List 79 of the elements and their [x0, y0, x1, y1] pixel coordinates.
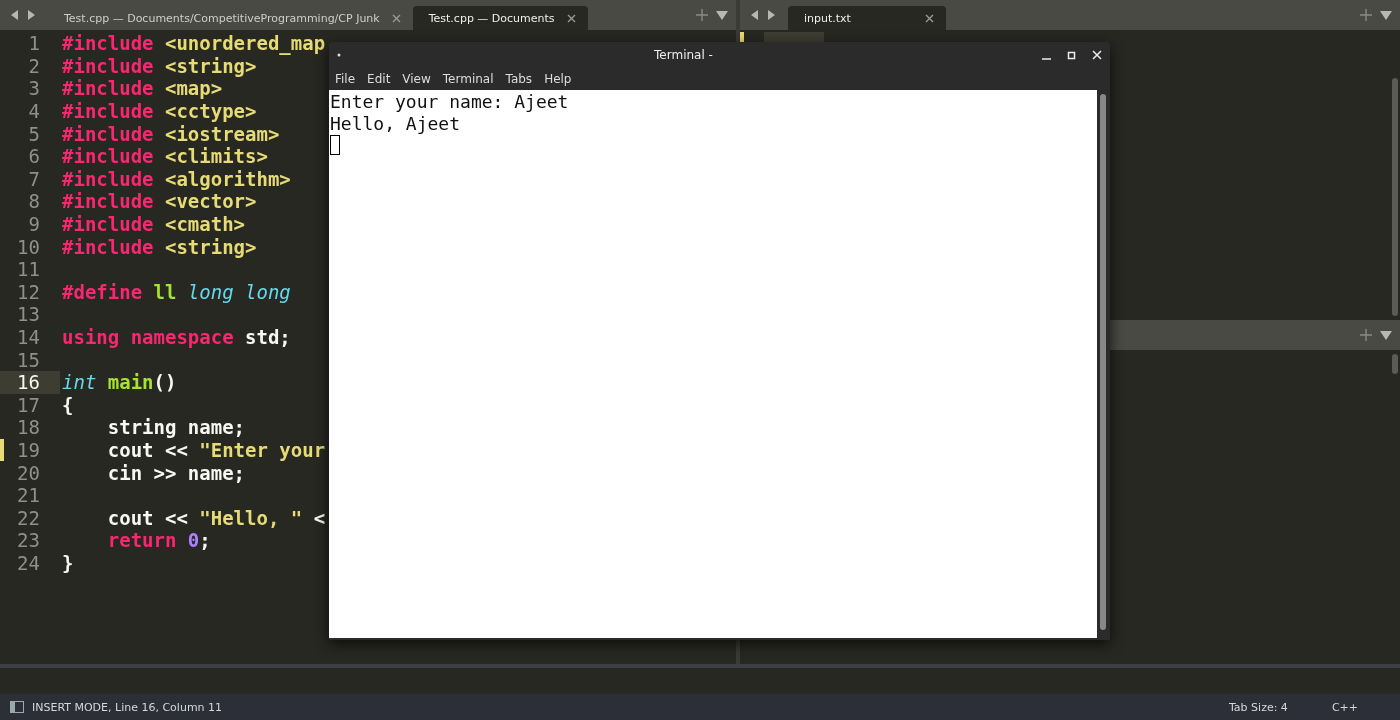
code-line: {: [62, 393, 74, 416]
tab-size-label[interactable]: Tab Size: 4: [1228, 700, 1288, 714]
line-number: 1: [27, 32, 40, 55]
menu-item[interactable]: Help: [538, 72, 578, 86]
code-line: cout << "Enter your: [106, 439, 326, 461]
output-line: Hello, Ajeet: [330, 113, 462, 135]
file-tab[interactable]: input.txt: [788, 6, 946, 30]
line-number: 12: [16, 280, 40, 303]
line-number: 14: [16, 326, 40, 348]
code-line: int main(): [62, 371, 177, 394]
line-number: 5: [27, 122, 40, 145]
output-line: Enter your name: Ajeet: [330, 91, 570, 113]
code-line: string name;: [106, 416, 246, 439]
syntax-label[interactable]: C++: [1331, 700, 1358, 714]
code-line: #define ll long long: [62, 280, 291, 303]
line-number: 3: [27, 77, 40, 100]
close-icon[interactable]: [925, 13, 934, 23]
line-number: 20: [16, 461, 40, 484]
code-line: #include <cmath>: [62, 213, 246, 236]
code-line: #include <string>: [62, 235, 257, 258]
code-line: #include <algorithm>: [62, 167, 291, 190]
code-line: #include <cctype>: [62, 100, 257, 123]
code-line: #include <map>: [62, 77, 223, 100]
dropdown-icon[interactable]: [1380, 10, 1392, 20]
menu-item[interactable]: View: [396, 72, 437, 86]
code-line: cout << "Hello, " <: [106, 506, 326, 529]
text-cursor: [330, 135, 340, 155]
sidebar-toggle-icon[interactable]: [10, 701, 24, 713]
code-line: #include <string>: [62, 54, 257, 77]
menu-item[interactable]: Edit: [361, 72, 397, 86]
line-number: 2: [27, 54, 40, 77]
maximize-icon[interactable]: [1067, 50, 1076, 60]
dropdown-icon[interactable]: [716, 10, 728, 20]
line-number: 22: [16, 506, 40, 529]
scrollbar[interactable]: [1392, 354, 1398, 374]
line-number: 6: [27, 145, 40, 168]
line-number: 9: [27, 213, 40, 236]
code-line: return 0;: [106, 529, 211, 552]
close-icon[interactable]: [566, 13, 576, 23]
scrollbar[interactable]: [1392, 78, 1398, 316]
line-number: 16: [16, 371, 40, 394]
line-number: 24: [16, 551, 40, 574]
menu-item[interactable]: Terminal: [436, 72, 500, 86]
code-line: using namespace std;: [62, 326, 291, 348]
scrollbar[interactable]: [1100, 94, 1106, 630]
tab-scroll-arrows-icon[interactable]: [10, 9, 36, 21]
menu-item[interactable]: File: [329, 72, 362, 86]
add-icon[interactable]: [1360, 329, 1372, 341]
line-number: 19: [16, 439, 40, 461]
line-number: 10: [16, 235, 40, 258]
line-number: 11: [16, 258, 40, 281]
line-number: 8: [27, 190, 40, 213]
menu-item[interactable]: Tabs: [499, 72, 539, 86]
code-line: }: [62, 551, 74, 574]
line-number: 17: [16, 393, 40, 416]
add-icon[interactable]: [1360, 9, 1372, 21]
window-title: Terminal -: [653, 48, 714, 62]
code-line: cin >> name;: [106, 461, 246, 484]
window-menu-icon[interactable]: [337, 53, 341, 57]
line-number: 15: [16, 348, 40, 371]
tab-label: Test.cpp — Documents: [428, 11, 555, 25]
line-number: 4: [27, 100, 40, 123]
file-tab[interactable]: Test.cpp — Documents/CompetitiveProgramming/CP Junk: [48, 6, 413, 30]
status-text: INSERT MODE, Line 16, Column 11: [32, 700, 223, 714]
tab-label: input.txt: [804, 11, 851, 25]
tab-label: Test.cpp — Documents/CompetitiveProgramming/CP Junk: [64, 11, 380, 25]
code-line: #include <unordered_map: [62, 32, 326, 55]
line-number: 23: [16, 529, 40, 552]
line-number: 13: [16, 303, 40, 326]
line-number: 21: [16, 484, 40, 507]
line-number: 18: [16, 416, 40, 439]
code-line: #include <vector>: [62, 190, 257, 213]
dropdown-icon[interactable]: [1380, 330, 1392, 340]
add-icon[interactable]: [696, 9, 708, 21]
file-tab[interactable]: Test.cpp — Documents: [412, 6, 588, 30]
code-line: #include <iostream>: [62, 122, 280, 145]
tab-scroll-arrows-icon[interactable]: [750, 9, 776, 21]
code-line: #include <climits>: [62, 145, 268, 168]
line-number: 7: [27, 167, 40, 190]
